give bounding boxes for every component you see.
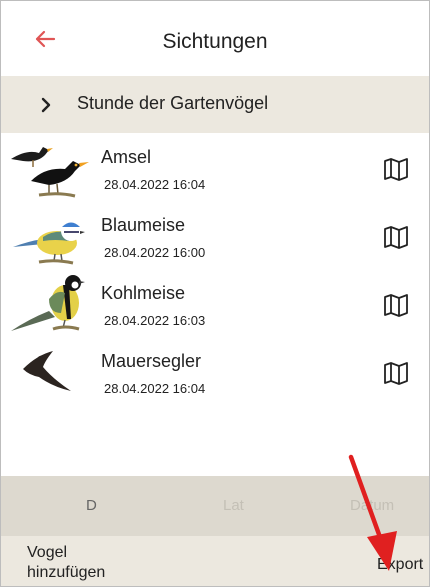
map-button[interactable] (383, 157, 409, 181)
group-label: Stunde der Gartenvögel (77, 93, 269, 113)
map-button[interactable] (383, 225, 409, 249)
add-bird-button[interactable]: Vogel hinzufügen (27, 543, 147, 583)
list-item[interactable]: Amsel 28.04.2022 16:04 (1, 133, 429, 201)
bird-name: Blaumeise (101, 215, 186, 235)
sighting-datetime: 28.04.2022 16:03 (104, 313, 206, 328)
app-screen: Sichtungen Stunde der Gartenvögel Amsel (0, 0, 430, 587)
page-title: Sichtungen (162, 30, 268, 53)
sort-tabs: D Lat Datum (1, 476, 429, 536)
blaumeise-bird-icon (13, 221, 85, 265)
map-button[interactable] (383, 293, 409, 317)
tab-lat[interactable]: Lat (223, 497, 244, 514)
list-item[interactable]: Mauersegler 28.04.2022 16:04 (1, 337, 429, 405)
sighting-datetime: 28.04.2022 16:00 (104, 245, 206, 260)
kohlmeise-bird-icon (11, 275, 85, 331)
mauersegler-bird-icon (23, 351, 71, 391)
tab-datum[interactable]: Datum (350, 497, 394, 514)
amsel-bird-icon (11, 147, 89, 198)
bird-name: Kohlmeise (101, 283, 186, 303)
sighting-datetime: 28.04.2022 16:04 (104, 177, 206, 192)
tab-d[interactable]: D (86, 497, 97, 514)
export-button[interactable]: Export (377, 556, 423, 574)
list-item[interactable]: Kohlmeise 28.04.2022 16:03 (1, 269, 429, 337)
sighting-datetime: 28.04.2022 16:04 (104, 381, 206, 396)
bird-name: Amsel (101, 147, 152, 167)
map-icon (384, 362, 408, 385)
bird-name: Mauersegler (101, 351, 202, 371)
map-icon (384, 294, 408, 317)
chevron-right-icon (38, 95, 54, 115)
map-button[interactable] (383, 361, 409, 385)
map-icon (384, 226, 408, 249)
group-header-row[interactable]: Stunde der Gartenvögel (1, 76, 429, 133)
bottom-bar: Vogel hinzufügen Export (1, 536, 429, 586)
top-bar: Sichtungen (1, 1, 429, 76)
map-icon (384, 158, 408, 181)
sightings-list: Amsel 28.04.2022 16:04 Blaumeise 28.04.2… (1, 133, 429, 405)
list-item[interactable]: Blaumeise 28.04.2022 16:00 (1, 201, 429, 269)
